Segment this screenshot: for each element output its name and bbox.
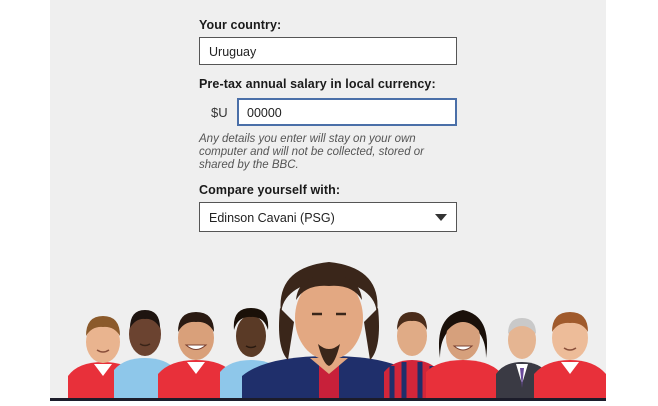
compare-label: Compare yourself with: [199, 183, 341, 197]
salary-input[interactable]: 00000 [237, 98, 457, 126]
illustration-baseline [50, 398, 606, 401]
currency-symbol: $U [211, 105, 228, 120]
salary-label: Pre-tax annual salary in local currency: [199, 77, 436, 91]
privacy-disclaimer: Any details you enter will stay on your … [199, 133, 425, 171]
players-illustration [50, 230, 606, 398]
country-input-value: Uruguay [209, 45, 257, 59]
compare-select[interactable]: Edinson Cavani (PSG) [199, 202, 457, 232]
compare-select-value: Edinson Cavani (PSG) [209, 211, 335, 225]
salary-calculator-panel: Your country: Uruguay Pre-tax annual sal… [50, 0, 606, 398]
country-input[interactable]: Uruguay [199, 37, 457, 65]
player-red-kit-long-hair [426, 310, 500, 398]
country-label: Your country: [199, 18, 282, 32]
chevron-down-icon[interactable] [435, 214, 447, 221]
salary-input-value: 00000 [247, 106, 282, 120]
player-red-kit-right [534, 312, 606, 398]
